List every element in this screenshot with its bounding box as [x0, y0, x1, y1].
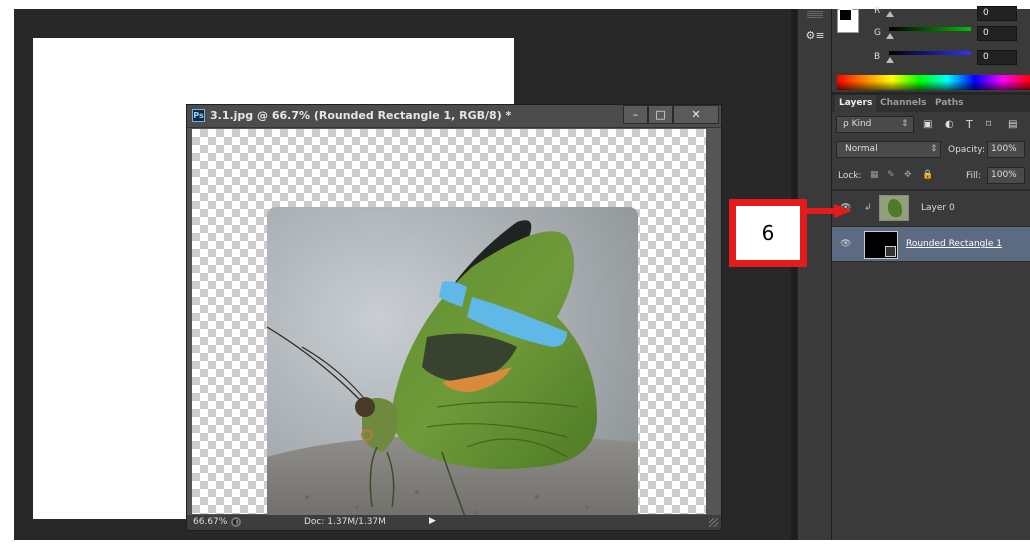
- rounded-rectangle-thumbnail: [864, 231, 898, 259]
- minimize-button[interactable]: –: [623, 105, 648, 124]
- select-arrows-icon: ⇕: [930, 144, 938, 154]
- color-spectrum-bar[interactable]: [837, 75, 1030, 90]
- status-bar: 66.67% ◐ Doc: 1.37M/1.37M ▶: [187, 515, 721, 530]
- layer-0-name[interactable]: Layer 0: [921, 203, 955, 213]
- blue-value-field[interactable]: 0: [977, 50, 1017, 65]
- filter-adjustment-icon[interactable]: ◐: [945, 119, 954, 130]
- document-window[interactable]: Ps 3.1.jpg @ 66.7% (Rounded Rectangle 1,…: [186, 104, 722, 531]
- doc-size-info: Doc: 1.37M/1.37M: [304, 517, 386, 527]
- fill-field[interactable]: 100%: [987, 167, 1025, 184]
- step-number: 6: [736, 206, 800, 260]
- collapsed-panel-dock: ⚙≡: [797, 9, 832, 540]
- blue-slider-track[interactable]: [889, 51, 971, 55]
- photoshop-app-icon: Ps: [192, 109, 205, 122]
- red-arrow-icon: [806, 204, 852, 218]
- transparent-canvas[interactable]: [192, 129, 706, 529]
- dock-grip-icon[interactable]: [807, 11, 823, 19]
- green-slider-track[interactable]: [889, 27, 971, 31]
- layer-row-layer-0[interactable]: 👁 ↲ Layer 0: [832, 191, 1030, 227]
- select-arrows-icon: ⇕: [901, 119, 909, 129]
- properties-panel-icon[interactable]: ⚙≡: [805, 25, 825, 45]
- status-menu-arrow-icon[interactable]: ▶: [429, 516, 436, 526]
- close-button[interactable]: ✕: [673, 105, 719, 124]
- photoshop-screenshot: Ps 3.1.jpg @ 66.7% (Rounded Rectangle 1,…: [0, 0, 1030, 549]
- lock-image-icon[interactable]: ✎: [887, 170, 895, 180]
- opacity-label: Opacity:: [948, 145, 985, 155]
- layers-panel-tabs: Layers Channels Paths: [832, 95, 1030, 112]
- blend-mode-select[interactable]: Normal ⇕: [836, 141, 941, 158]
- vector-mask-icon: [885, 246, 896, 257]
- filter-pixel-icon[interactable]: ▣: [923, 119, 932, 130]
- resize-grip-icon[interactable]: [709, 518, 718, 527]
- green-value-field[interactable]: 0: [977, 26, 1017, 41]
- blue-channel-label: B: [874, 52, 881, 62]
- vertical-scrollbar[interactable]: [708, 129, 720, 514]
- lock-position-icon[interactable]: ✥: [904, 170, 912, 180]
- lock-label: Lock:: [838, 171, 862, 181]
- red-channel-label: R: [874, 6, 881, 16]
- filter-shape-icon[interactable]: ⌑: [986, 119, 991, 130]
- info-icon[interactable]: ◐: [231, 517, 241, 527]
- fill-label: Fill:: [966, 171, 982, 181]
- filter-kind-label: ρ Kind: [843, 119, 872, 129]
- layer-0-thumbnail: [879, 195, 909, 221]
- lock-all-icon[interactable]: 🔒: [922, 170, 933, 180]
- tab-paths[interactable]: Paths: [931, 95, 968, 112]
- green-channel-label: G: [874, 28, 881, 38]
- opacity-field[interactable]: 100%: [987, 141, 1025, 158]
- foreground-color-swatch[interactable]: [839, 9, 852, 21]
- clipping-arrow-icon: ↲: [864, 203, 872, 213]
- layer-row-rounded-rectangle-1[interactable]: 👁 Rounded Rectangle 1: [832, 227, 1030, 262]
- right-panels: R 0 G 0 B 0 Layers Channels Paths ρ Kind…: [831, 6, 1030, 540]
- tab-channels[interactable]: Channels: [876, 95, 930, 112]
- green-slider-thumb[interactable]: [886, 33, 894, 39]
- red-value-field[interactable]: 0: [977, 6, 1017, 21]
- document-titlebar[interactable]: Ps 3.1.jpg @ 66.7% (Rounded Rectangle 1,…: [187, 105, 721, 128]
- document-title: 3.1.jpg @ 66.7% (Rounded Rectangle 1, RG…: [210, 109, 512, 122]
- rounded-rectangle-1-name[interactable]: Rounded Rectangle 1: [906, 239, 1002, 249]
- zoom-level[interactable]: 66.67%: [193, 517, 227, 527]
- blend-mode-value: Normal: [845, 144, 878, 154]
- blue-slider-thumb[interactable]: [886, 57, 894, 63]
- butterfly-image: [267, 207, 638, 529]
- maximize-button[interactable]: □: [648, 105, 673, 124]
- lock-transparent-icon[interactable]: ▦: [870, 170, 879, 180]
- layer-filter-kind-select[interactable]: ρ Kind ⇕: [836, 116, 914, 133]
- visibility-eye-icon[interactable]: 👁: [840, 239, 854, 249]
- step-callout-box: 6: [729, 199, 807, 267]
- butterfly-photo: [267, 207, 638, 529]
- filter-smart-object-icon[interactable]: ▤: [1008, 119, 1017, 130]
- filter-type-icon[interactable]: T: [966, 118, 973, 131]
- red-slider-thumb[interactable]: [886, 11, 894, 17]
- tab-layers[interactable]: Layers: [835, 95, 877, 112]
